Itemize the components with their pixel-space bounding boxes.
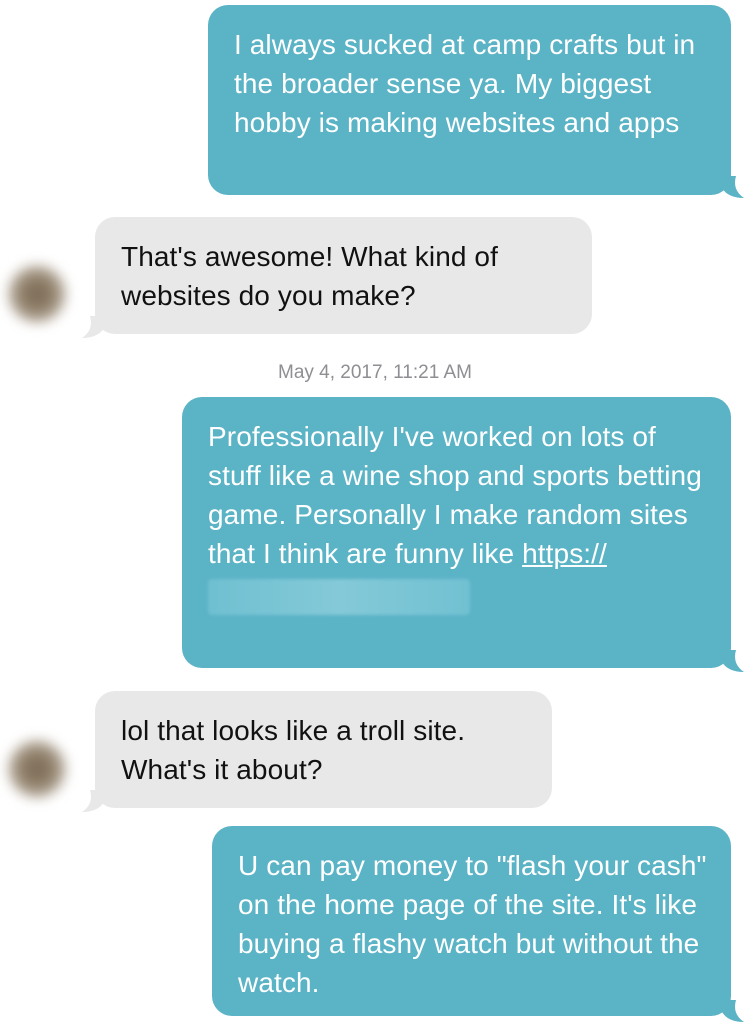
message-text: Professionally I've worked on lots of st… bbox=[208, 417, 713, 615]
message-text: lol that looks like a troll site. What's… bbox=[121, 715, 466, 785]
message-body: Professionally I've worked on lots of st… bbox=[208, 421, 702, 569]
bubble-tail-icon bbox=[722, 1000, 744, 1022]
message-thread[interactable]: I always sucked at camp crafts but in th… bbox=[0, 0, 750, 1025]
outgoing-message-bubble[interactable]: Professionally I've worked on lots of st… bbox=[182, 397, 731, 668]
incoming-message-bubble[interactable]: lol that looks like a troll site. What's… bbox=[95, 691, 552, 808]
incoming-message-bubble[interactable]: That's awesome! What kind of websites do… bbox=[95, 217, 592, 334]
bubble-tail-icon bbox=[82, 790, 104, 812]
message-text: U can pay money to "flash your cash" on … bbox=[238, 850, 707, 998]
contact-avatar[interactable] bbox=[8, 740, 66, 798]
bubble-tail-icon bbox=[82, 316, 104, 338]
message-text: That's awesome! What kind of websites do… bbox=[121, 241, 498, 311]
outgoing-message-bubble[interactable]: I always sucked at camp crafts but in th… bbox=[208, 5, 731, 195]
contact-avatar[interactable] bbox=[8, 265, 66, 323]
bubble-tail-icon bbox=[722, 650, 744, 672]
bubble-tail-icon bbox=[722, 176, 744, 198]
outgoing-message-bubble[interactable]: U can pay money to "flash your cash" on … bbox=[212, 826, 731, 1016]
message-link[interactable]: https:// bbox=[522, 538, 607, 569]
redacted-url-block bbox=[208, 579, 470, 615]
message-text: I always sucked at camp crafts but in th… bbox=[234, 29, 696, 138]
message-timestamp: May 4, 2017, 11:21 AM bbox=[278, 362, 472, 383]
